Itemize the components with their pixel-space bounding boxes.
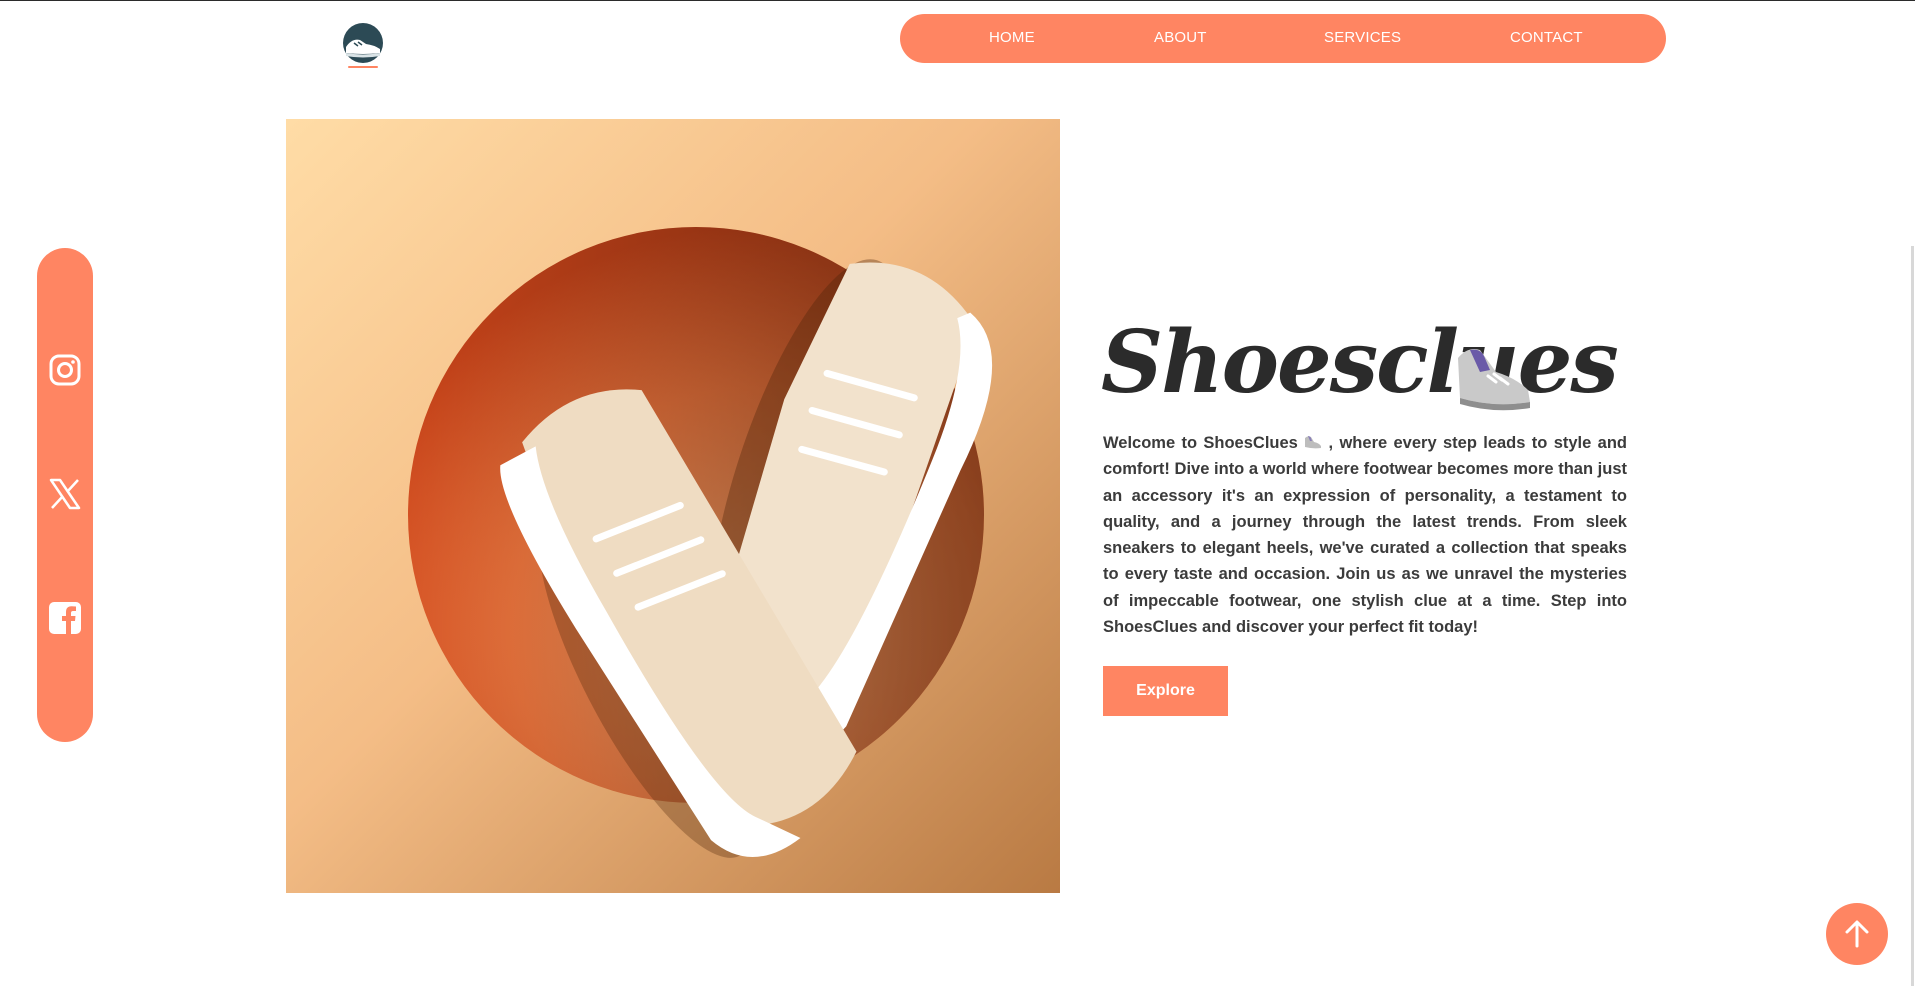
sneaker-emoji-small-icon <box>1305 436 1322 449</box>
hero-description: Welcome to ShoesClues , where every step… <box>1103 430 1627 640</box>
brand-logo[interactable] <box>340 22 386 70</box>
arrow-up-icon <box>1845 920 1869 948</box>
instagram-icon[interactable] <box>49 354 81 386</box>
sneaker-logo-icon <box>343 23 383 68</box>
nav-about[interactable]: ABOUT <box>1154 29 1207 46</box>
top-border <box>0 0 1915 1</box>
nav-contact[interactable]: CONTACT <box>1510 29 1583 46</box>
description-intro: Welcome to ShoesClues <box>1103 434 1298 452</box>
explore-button[interactable]: Explore <box>1103 666 1228 716</box>
nav-services[interactable]: SERVICES <box>1324 29 1401 46</box>
x-icon[interactable] <box>49 478 81 510</box>
back-to-top-button[interactable] <box>1826 903 1888 965</box>
facebook-icon[interactable] <box>49 602 81 634</box>
description-body: , where every step leads to style and co… <box>1103 434 1627 637</box>
sneaker-emoji-icon <box>1454 336 1534 416</box>
page-title: Shoesclues <box>1101 312 1619 413</box>
hero-image <box>286 119 1060 893</box>
scrollbar[interactable] <box>1911 246 1914 986</box>
main-nav: HOME ABOUT SERVICES CONTACT <box>900 14 1666 63</box>
nav-home[interactable]: HOME <box>989 29 1035 46</box>
social-sidebar <box>37 248 93 742</box>
